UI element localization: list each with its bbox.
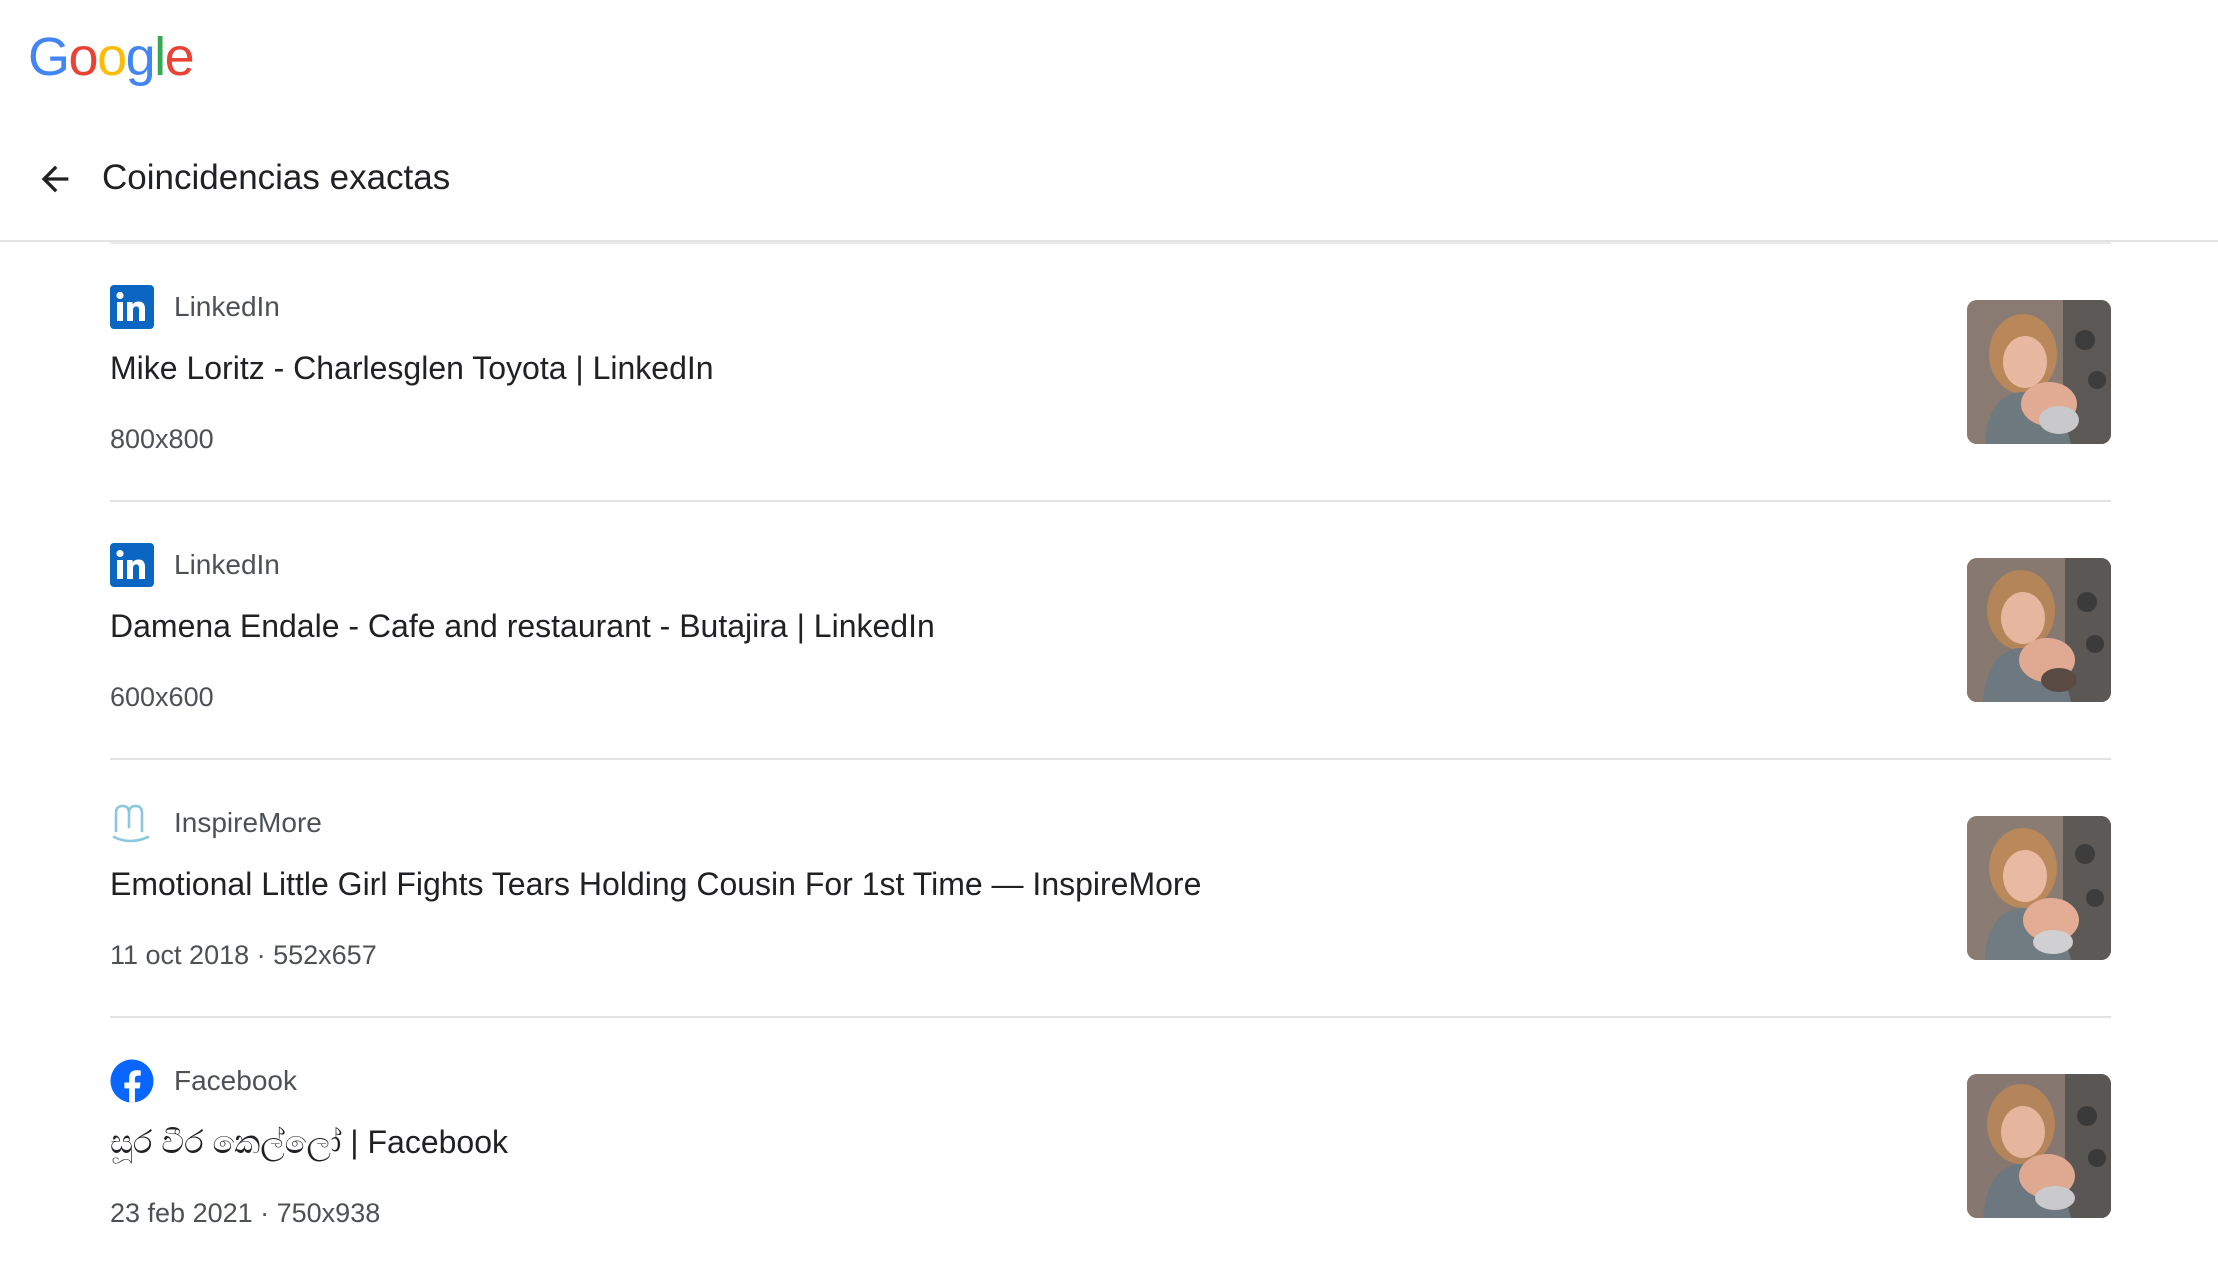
- result-item[interactable]: Facebook සූර වීර කෙල්ලෝ | Facebook 23 fe…: [110, 1016, 2111, 1274]
- linkedin-icon: [110, 285, 154, 329]
- result-thumbnail[interactable]: [1967, 300, 2111, 444]
- result-thumbnail[interactable]: [1967, 558, 2111, 702]
- page: G o o g l e Coincidencias exactas Linked…: [0, 0, 2218, 1286]
- logo-letter: o: [97, 27, 127, 87]
- result-thumbnail[interactable]: [1967, 816, 2111, 960]
- result-source: InspireMore: [110, 801, 322, 845]
- logo-letter: g: [125, 27, 156, 87]
- result-title[interactable]: Emotional Little Girl Fights Tears Holdi…: [110, 864, 1201, 904]
- result-item[interactable]: LinkedIn Damena Endale - Cafe and restau…: [110, 500, 2111, 758]
- result-item[interactable]: LinkedIn Mike Loritz - Charlesglen Toyot…: [110, 242, 2111, 500]
- result-thumbnail[interactable]: [1967, 1074, 2111, 1218]
- result-source: LinkedIn: [110, 285, 280, 329]
- source-name: LinkedIn: [174, 291, 280, 322]
- result-meta: 800x800: [110, 424, 214, 454]
- logo-letter: e: [164, 27, 195, 87]
- result-title[interactable]: Mike Loritz - Charlesglen Toyota | Linke…: [110, 348, 714, 388]
- inspiremore-icon: [110, 801, 154, 845]
- page-title: Coincidencias exactas: [102, 158, 451, 197]
- result-meta: 600x600: [110, 682, 214, 712]
- logo-letter: l: [154, 27, 166, 87]
- source-name: LinkedIn: [174, 549, 280, 580]
- result-item[interactable]: InspireMore Emotional Little Girl Fights…: [110, 758, 2111, 1016]
- source-name: Facebook: [174, 1065, 297, 1096]
- result-source: LinkedIn: [110, 543, 280, 587]
- back-button[interactable]: [30, 154, 80, 204]
- facebook-icon: [110, 1059, 154, 1103]
- source-name: InspireMore: [174, 807, 322, 838]
- logo-letter: o: [68, 27, 99, 87]
- result-meta: 11 oct 2018 · 552x657: [110, 940, 377, 970]
- result-source: Facebook: [110, 1059, 297, 1103]
- google-logo[interactable]: G o o g l e: [28, 22, 195, 92]
- linkedin-icon: [110, 543, 154, 587]
- results-list: LinkedIn Mike Loritz - Charlesglen Toyot…: [110, 242, 2111, 1274]
- results-header: Coincidencias exactas: [0, 130, 2218, 242]
- result-meta: 23 feb 2021 · 750x938: [110, 1198, 381, 1228]
- logo-letter: G: [28, 27, 70, 87]
- result-title[interactable]: Damena Endale - Cafe and restaurant - Bu…: [110, 606, 935, 646]
- arrow-back-icon: [41, 165, 69, 193]
- result-title[interactable]: සූර වීර කෙල්ලෝ | Facebook: [110, 1122, 508, 1162]
